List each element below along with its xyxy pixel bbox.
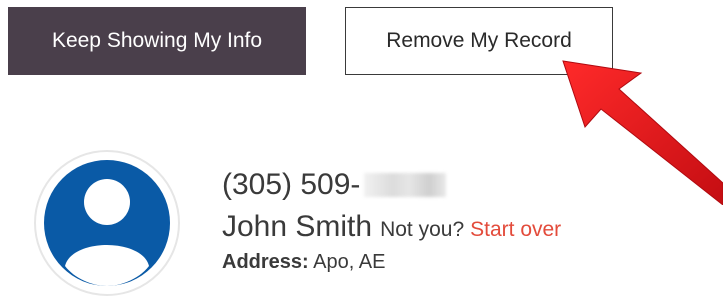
phone-number: (305) 509- [222,168,447,202]
address-row: Address: Apo, AE [222,251,385,274]
person-name: John Smith [222,210,373,243]
address-value: Apo, AE [313,251,386,273]
keep-showing-button[interactable]: Keep Showing My Info [8,7,306,75]
address-label: Address: [222,251,309,273]
not-you-label: Not you? [380,218,465,241]
red-arrow-icon [562,60,723,205]
record-page: Keep Showing My Info Remove My Record (3… [0,0,723,297]
name-row: John Smith Not you? Start over [222,210,561,244]
start-over-link[interactable]: Start over [470,218,561,242]
redacted-phone-digits [364,173,447,197]
user-avatar-icon [34,150,180,296]
phone-text: (305) 509- [222,168,361,201]
